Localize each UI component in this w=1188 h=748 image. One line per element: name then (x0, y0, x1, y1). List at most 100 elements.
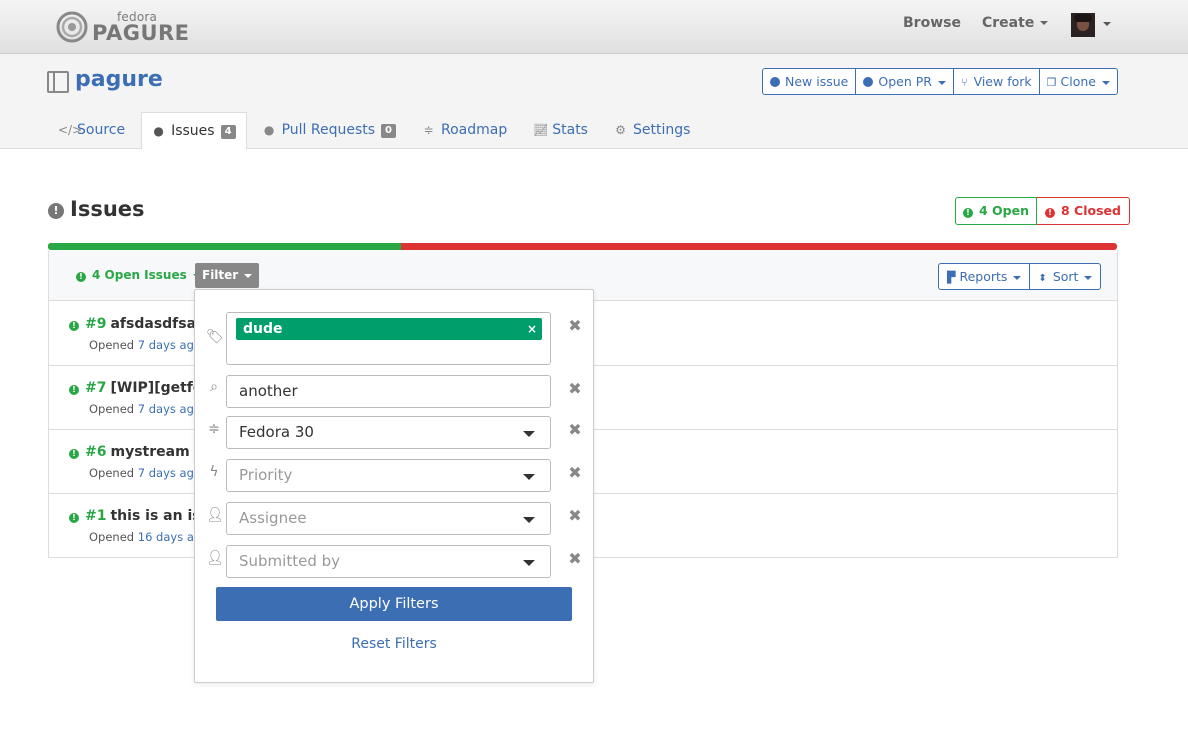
repo-name[interactable]: pagure (75, 67, 163, 92)
milestone-select[interactable]: Fedora 30 (226, 416, 551, 449)
issue-number: #6 (85, 444, 107, 460)
issue-date-link[interactable]: 7 days ago (138, 402, 201, 416)
reports-button[interactable]: ▛ Reports (939, 264, 1031, 289)
pr-count-badge: 0 (381, 124, 396, 138)
open-issues-dropdown[interactable]: ! 4 Open Issues (76, 268, 201, 282)
open-issues-button[interactable]: ! 4 Open (955, 197, 1037, 225)
issue-title-text: afsdasdfsad (110, 316, 207, 332)
exclamation-icon: ● (153, 124, 164, 138)
fork-icon: ⑂ (960, 76, 968, 89)
opened-text: Opened (89, 338, 135, 352)
repo-header: pagure New issue Open PR ⑂ View fork ❐ Clo… (0, 54, 1188, 150)
pull-request-icon: ● (263, 123, 275, 137)
search-icon: ⌕ (210, 379, 218, 395)
issue-number: #7 (85, 380, 107, 396)
tab-stats[interactable]: 📈︎ Stats (523, 112, 598, 149)
repo-book-icon (47, 71, 69, 93)
open-closed-progress (48, 243, 1117, 250)
open-closed-toggle: ! 4 Open ! 8 Closed (955, 197, 1130, 225)
clone-button[interactable]: ❐ Clone (1040, 69, 1117, 94)
reports-sort-group: ▛ Reports ⬍ Sort (938, 263, 1102, 290)
view-fork-label: View fork (973, 74, 1032, 89)
top-navbar: fedora PAGURE Browse Create (0, 0, 1188, 54)
chevron-down-icon (244, 273, 253, 278)
pagure-logo[interactable]: fedora PAGURE (56, 9, 189, 45)
open-pr-label: Open PR (878, 74, 932, 89)
browse-link[interactable]: Browse (903, 15, 961, 31)
sort-label: Sort (1052, 269, 1079, 284)
repo-actions: New issue Open PR ⑂ View fork ❐ Clone (762, 68, 1118, 95)
repo-tabs: </>Source ● Issues 4 ● Pull Requests 0 ≑ Road… (48, 112, 706, 150)
issue-title[interactable]: ! #7 [WIP][getfed (69, 380, 212, 396)
opened-text: Opened (89, 466, 135, 480)
user-menu-chevron-icon[interactable] (1103, 22, 1111, 26)
tab-label: Roadmap (441, 122, 508, 138)
issue-date-link[interactable]: 7 days ago (138, 338, 201, 352)
remove-tag-icon[interactable]: × (527, 318, 537, 340)
open-pr-button[interactable]: Open PR (856, 69, 954, 94)
clear-priority-icon[interactable]: ✖ (568, 463, 582, 482)
chevron-down-icon (1013, 275, 1022, 280)
tag-chip-label: dude (243, 321, 283, 337)
exclamation-icon: ! (1045, 208, 1055, 218)
closed-issues-button[interactable]: ! 8 Closed (1037, 197, 1130, 225)
tab-issues[interactable]: ● Issues 4 (141, 112, 247, 150)
issue-meta: Opened 16 days ago (89, 530, 208, 544)
issue-title[interactable]: ! #6 mystream fe (69, 444, 210, 460)
apply-filters-button[interactable]: Apply Filters (216, 587, 572, 621)
exclamation-icon (770, 77, 780, 87)
issue-date-link[interactable]: 7 days ago (138, 466, 201, 480)
clear-tags-icon[interactable]: ✖ (568, 316, 582, 335)
tab-roadmap[interactable]: ≑ Roadmap (412, 112, 517, 149)
exclamation-icon: ! (963, 208, 973, 218)
tab-label: Stats (552, 122, 588, 138)
submitted-by-placeholder: Submitted by (239, 552, 341, 570)
tab-settings[interactable]: ⚙ Settings (604, 112, 700, 149)
milestone-value: Fedora 30 (239, 423, 314, 441)
chevron-down-icon (937, 80, 946, 85)
search-input[interactable]: another (226, 375, 551, 408)
sort-icon: ⬍ (1038, 273, 1047, 284)
submitted-by-select[interactable]: Submitted by (226, 545, 551, 578)
filter-button[interactable]: Filter (195, 263, 260, 288)
tab-label: Settings (632, 122, 691, 138)
chevron-down-icon (1084, 275, 1093, 280)
chevron-down-icon (523, 560, 535, 566)
sort-button[interactable]: ⬍ Sort (1030, 264, 1100, 289)
exclamation-icon: ! (69, 385, 79, 395)
clear-assignee-icon[interactable]: ✖ (568, 506, 582, 525)
reports-label: Reports (959, 269, 1008, 284)
tab-label: Source (77, 122, 126, 138)
assignee-select[interactable]: Assignee (226, 502, 551, 535)
chevron-down-icon (1040, 21, 1049, 25)
tag-filter-input[interactable]: dude × (226, 312, 551, 365)
issue-title[interactable]: ! #9 afsdasdfsad (69, 316, 206, 332)
tag-icon: 🏷︎ (206, 329, 224, 345)
open-badge-label: 4 Open (979, 203, 1029, 218)
gear-icon: ⚙ (615, 123, 626, 137)
logo-pagure-text: PAGURE (92, 21, 190, 45)
code-icon: </> (58, 123, 83, 137)
clear-milestone-icon[interactable]: ✖ (568, 420, 582, 439)
roadmap-icon: ≑ (208, 421, 220, 437)
avatar[interactable] (1071, 13, 1095, 37)
page-title: ! Issues (48, 197, 145, 221)
new-issue-button[interactable]: New issue (763, 69, 857, 94)
chevron-down-icon (523, 517, 535, 523)
tab-label: Pull Requests (281, 122, 376, 138)
create-menu[interactable]: Create (982, 15, 1049, 31)
exclamation-icon: ! (48, 203, 64, 219)
tab-pull-requests[interactable]: ● Pull Requests 0 (253, 112, 406, 149)
assignee-placeholder: Assignee (239, 509, 307, 527)
pull-request-icon (863, 77, 874, 87)
reset-filters-link[interactable]: Reset Filters (195, 636, 593, 652)
clear-submitted-by-icon[interactable]: ✖ (568, 549, 582, 568)
priority-select[interactable]: Priority (226, 459, 551, 492)
clear-search-icon[interactable]: ✖ (568, 379, 582, 398)
tab-label: Issues (171, 123, 215, 139)
pagure-swirl-icon (56, 11, 88, 43)
user-icon: 👤︎ (206, 550, 224, 566)
exclamation-icon: ! (69, 449, 79, 459)
tab-source[interactable]: </>Source (48, 112, 135, 149)
view-fork-button[interactable]: ⑂ View fork (954, 69, 1040, 94)
